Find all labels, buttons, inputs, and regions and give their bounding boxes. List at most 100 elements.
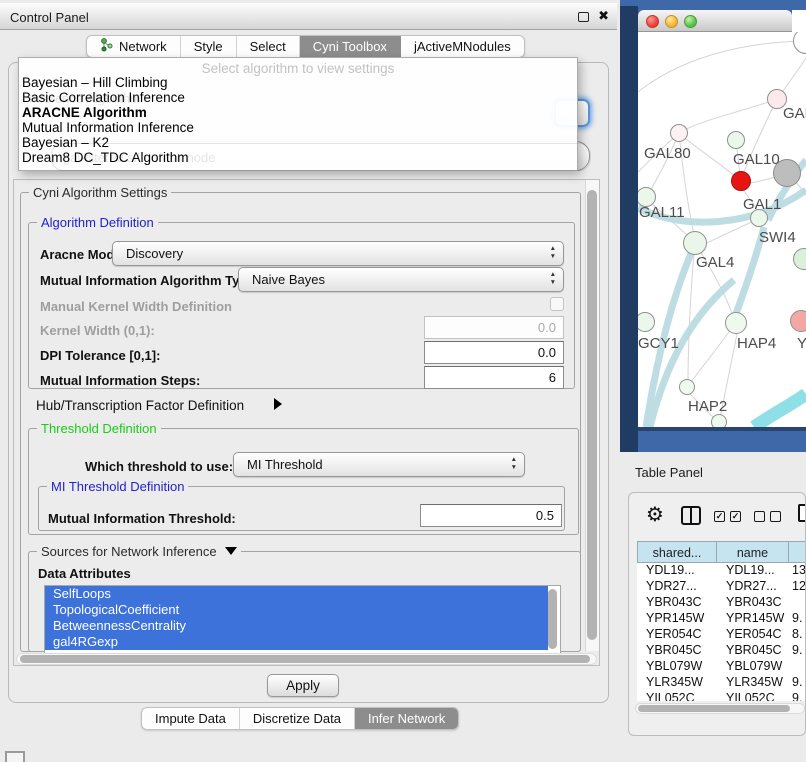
- mi-steps-field[interactable]: 6: [424, 366, 564, 389]
- network-node[interactable]: [773, 159, 801, 187]
- table-row[interactable]: YER054CYER054C8.: [637, 627, 806, 643]
- column-header-clipped[interactable]: [789, 541, 806, 563]
- network-node-gal10[interactable]: [727, 131, 745, 149]
- gear-icon[interactable]: ⚙: [646, 502, 664, 526]
- table-row[interactable]: YDR27...YDR27...12: [637, 579, 806, 595]
- network-node[interactable]: [711, 414, 727, 427]
- tab-jactivemnodules[interactable]: jActiveMNodules: [401, 36, 524, 57]
- which-threshold-combobox[interactable]: MI Threshold ▲▼: [233, 452, 525, 477]
- table-hscroll-thumb[interactable]: [638, 705, 790, 712]
- tab-network-label: Network: [119, 39, 167, 54]
- manual-kernel-checkbox[interactable]: [550, 297, 564, 311]
- table-cell: YPR145W: [717, 611, 789, 627]
- hub-expand-icon[interactable]: [274, 398, 282, 410]
- sources-collapse-icon[interactable]: [225, 547, 237, 555]
- control-panel-title: Control Panel: [10, 10, 89, 25]
- algorithm-option[interactable]: Bayesian – Hill Climbing: [22, 75, 168, 90]
- attribute-item[interactable]: gal4RGexp: [45, 634, 548, 650]
- network-node-label: GAL80: [644, 145, 691, 162]
- mi-threshold-label: Mutual Information Threshold:: [48, 511, 236, 526]
- unchecked-box-icon[interactable]: [770, 511, 781, 522]
- algorithm-option[interactable]: Basic Correlation Inference: [22, 90, 185, 105]
- tab-network[interactable]: Network: [87, 36, 181, 57]
- table-row[interactable]: YBL079WYBL079W: [637, 659, 806, 675]
- column-header-name[interactable]: name: [717, 541, 789, 563]
- minimize-traffic-light-icon[interactable]: [665, 15, 678, 28]
- kernel-width-field[interactable]: 0.0: [424, 316, 564, 339]
- tab-impute-data[interactable]: Impute Data: [142, 708, 240, 729]
- table-cell: 9.: [789, 643, 806, 659]
- tab-style[interactable]: Style: [181, 36, 237, 57]
- float-window-icon[interactable]: [578, 12, 589, 22]
- mi-threshold-field[interactable]: 0.5: [420, 504, 562, 527]
- minimized-panel-icon[interactable]: [5, 751, 25, 762]
- mi-type-label: Mutual Information Algorithm Type:: [40, 273, 259, 288]
- table-cell: YBR045C: [717, 643, 789, 659]
- table-row[interactable]: YPR145WYPR145W9.: [637, 611, 806, 627]
- checked-box-icon[interactable]: ✓: [714, 511, 725, 522]
- network-node-gal4[interactable]: [683, 231, 707, 255]
- table-cell: 9.: [789, 691, 806, 701]
- settings-hscroll-thumb[interactable]: [20, 655, 590, 663]
- column-header-shared[interactable]: shared...: [637, 541, 717, 563]
- apply-button[interactable]: Apply: [267, 674, 339, 697]
- table-cell: YBR043C: [637, 595, 717, 611]
- table-row[interactable]: YDL19...YDL19...13: [637, 563, 806, 579]
- screen: Control Panel ✖ Network Style Select Cyn…: [0, 0, 806, 762]
- tab-select[interactable]: Select: [237, 36, 300, 57]
- tab-cyni-toolbox[interactable]: Cyni Toolbox: [300, 36, 401, 57]
- table-cell: [789, 659, 806, 675]
- close-icon[interactable]: ✖: [598, 9, 609, 24]
- data-attributes-list: SelfLoops TopologicalCoefficient Between…: [44, 585, 561, 654]
- dpi-tolerance-field[interactable]: 0.0: [424, 341, 564, 364]
- algorithm-definition-title: Algorithm Definition: [37, 215, 158, 230]
- table-cell: YLR345W: [717, 675, 789, 691]
- attribute-item[interactable]: BetweennessCentrality: [45, 618, 548, 634]
- columns-icon[interactable]: [681, 506, 701, 525]
- zoom-traffic-light-icon[interactable]: [684, 15, 697, 28]
- tab-discretize-data[interactable]: Discretize Data: [240, 708, 355, 729]
- file-icon[interactable]: [798, 504, 806, 522]
- combo-arrows-icon: ▲▼: [511, 456, 517, 472]
- network-canvas[interactable]: GALGAL80GAL10GAL1GAL11SWI4GAL4GCY1HAP4YH…: [638, 32, 806, 427]
- aracne-mode-combobox[interactable]: Discovery ▲▼: [112, 241, 564, 266]
- network-node-hap2[interactable]: [679, 379, 695, 395]
- tab-infer-network[interactable]: Infer Network: [355, 708, 458, 729]
- mi-type-value: Naive Bayes: [252, 272, 325, 287]
- network-node-swi4[interactable]: [750, 209, 768, 227]
- algorithm-option[interactable]: Dream8 DC_TDC Algorithm: [22, 150, 189, 165]
- algorithm-dropdown-popup: Select algorithm to view settings Infere…: [18, 57, 578, 171]
- unchecked-box-icon[interactable]: [754, 511, 765, 522]
- close-traffic-light-icon[interactable]: [646, 15, 659, 28]
- attribute-list-scrollbar[interactable]: [548, 589, 557, 649]
- sources-title: Sources for Network Inference: [37, 544, 241, 559]
- checked-box-icon[interactable]: ✓: [730, 511, 741, 522]
- algorithm-option[interactable]: Mutual Information Inference: [22, 120, 194, 135]
- table-row[interactable]: YBR045CYBR045C9.: [637, 643, 806, 659]
- algorithm-option-selected[interactable]: ARACNE Algorithm: [22, 105, 147, 120]
- table-row[interactable]: YBR043CYBR043C: [637, 595, 806, 611]
- network-node-y[interactable]: [790, 310, 806, 332]
- tab-impute-data-label: Impute Data: [155, 711, 226, 726]
- network-node-gal1[interactable]: [731, 171, 751, 191]
- dpi-tolerance-label: DPI Tolerance [0,1]:: [40, 348, 160, 363]
- network-node-hap4[interactable]: [725, 312, 747, 334]
- table-cell: 9.: [789, 611, 806, 627]
- mi-type-combobox[interactable]: Naive Bayes ▲▼: [238, 267, 564, 292]
- table-cell: 8.: [789, 627, 806, 643]
- network-node-label: HAP2: [688, 398, 727, 415]
- network-icon: [100, 38, 113, 55]
- table-row[interactable]: YIL052CYIL052C9.: [637, 691, 806, 701]
- algorithm-option[interactable]: Bayesian – K2: [22, 135, 109, 150]
- network-window-titlebar[interactable]: [638, 10, 792, 32]
- network-node-gal80[interactable]: [670, 124, 688, 142]
- network-view-backdrop-edge: [620, 6, 638, 452]
- table-row[interactable]: YLR345WYLR345W9.: [637, 675, 806, 691]
- control-panel-titlebar: Control Panel ✖: [0, 3, 617, 30]
- attribute-item[interactable]: TopologicalCoefficient: [45, 602, 548, 618]
- tab-discretize-data-label: Discretize Data: [253, 711, 341, 726]
- manual-kernel-label: Manual Kernel Width Definition: [40, 299, 232, 314]
- hub-definition-label: Hub/Transcription Factor Definition: [36, 398, 244, 413]
- attribute-item[interactable]: SelfLoops: [45, 586, 548, 602]
- settings-vscroll-thumb[interactable]: [587, 190, 597, 640]
